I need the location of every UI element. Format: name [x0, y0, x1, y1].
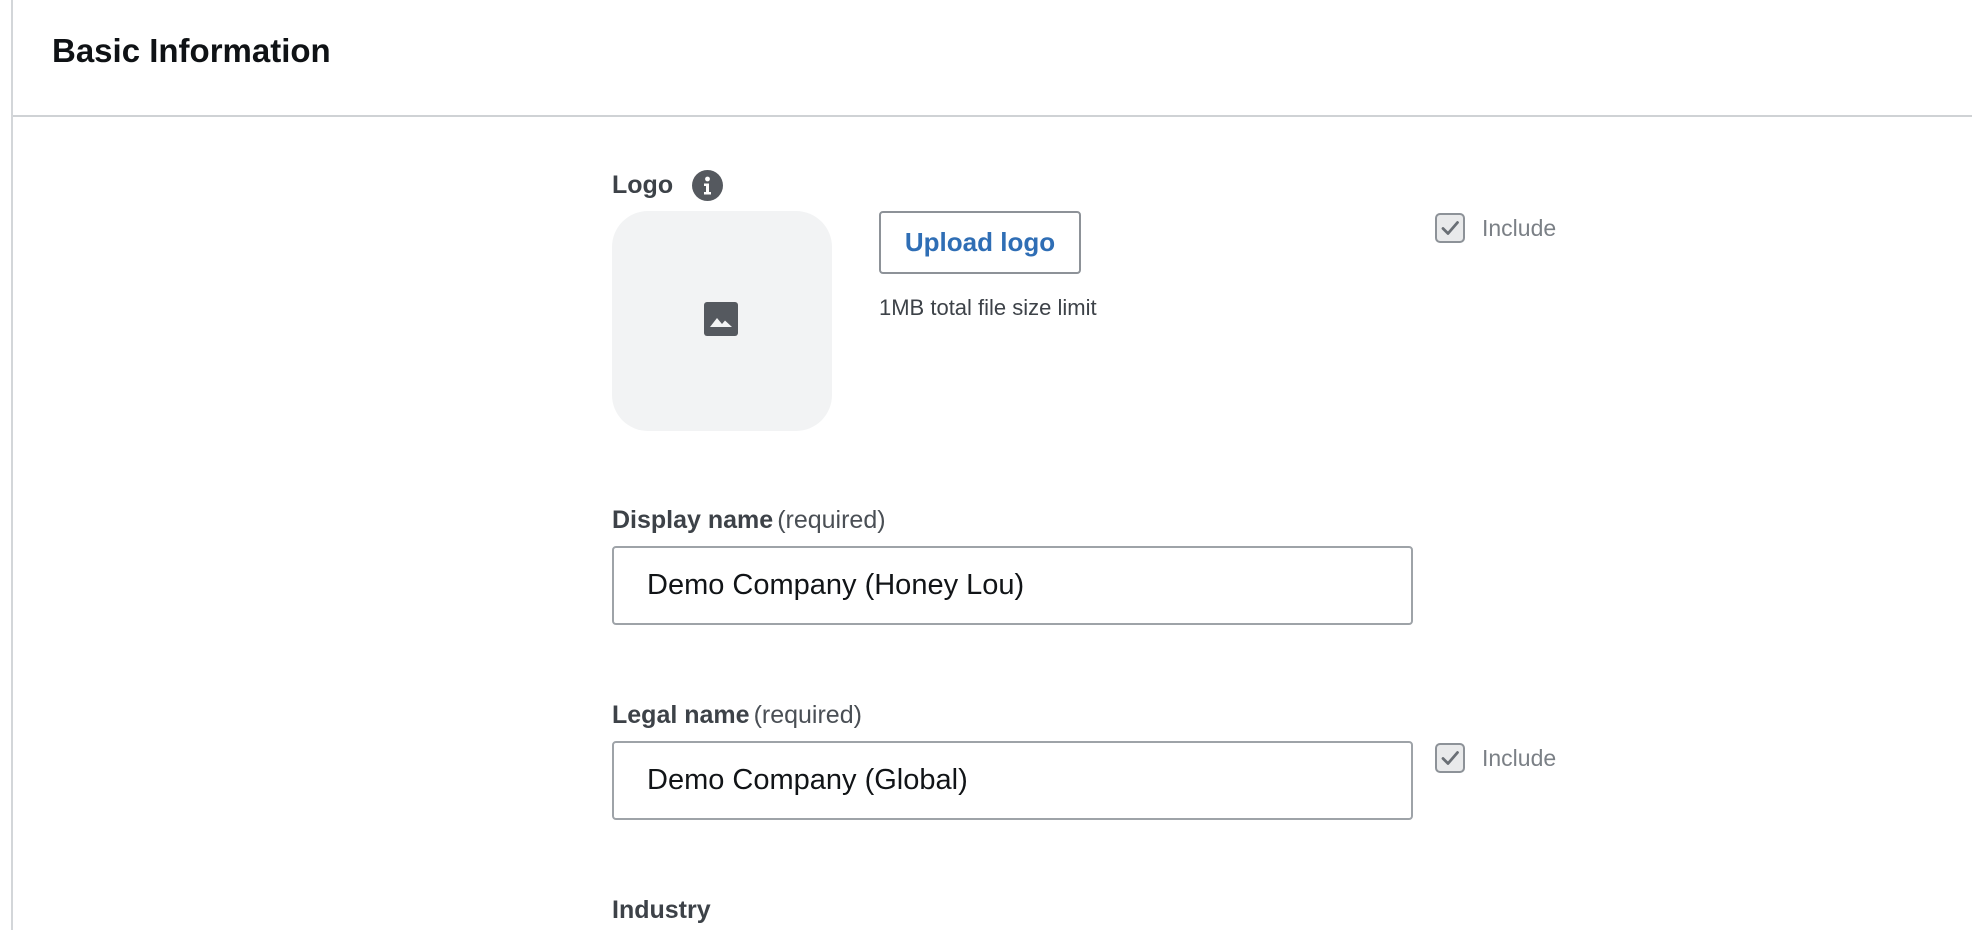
- upload-logo-button[interactable]: Upload logo: [879, 211, 1081, 274]
- logo-label-text: Logo: [612, 171, 674, 199]
- left-divider: [11, 0, 13, 930]
- info-icon[interactable]: [692, 170, 723, 201]
- file-size-limit-text: 1MB total file size limit: [879, 295, 1097, 320]
- page-header: Basic Information: [13, 0, 1972, 117]
- page-title: Basic Information: [52, 32, 331, 69]
- display-name-label-text: Display name: [612, 506, 774, 534]
- legal-name-input[interactable]: [612, 741, 1413, 820]
- display-name-input[interactable]: [612, 546, 1413, 625]
- logo-include-toggle[interactable]: Include: [1435, 211, 1556, 245]
- industry-label-text: Industry: [612, 896, 711, 924]
- logo-include-checkbox[interactable]: [1435, 213, 1465, 243]
- legal-name-include-toggle[interactable]: Include: [1435, 741, 1556, 775]
- image-icon: [704, 302, 738, 336]
- display-name-label: Display name (required): [612, 504, 886, 536]
- legal-name-label: Legal name (required): [612, 699, 862, 731]
- logo-include-label: Include: [1482, 214, 1557, 241]
- industry-label: Industry: [612, 894, 711, 926]
- display-name-required-text: (required): [777, 506, 886, 534]
- legal-name-include-checkbox[interactable]: [1435, 743, 1465, 773]
- legal-name-label-text: Legal name: [612, 701, 750, 729]
- logo-preview: [612, 211, 832, 431]
- legal-name-required-text: (required): [753, 701, 862, 729]
- checkmark-icon: [1441, 221, 1459, 235]
- checkmark-icon: [1441, 751, 1459, 765]
- logo-label: Logo: [612, 169, 673, 201]
- legal-name-include-label: Include: [1482, 744, 1557, 771]
